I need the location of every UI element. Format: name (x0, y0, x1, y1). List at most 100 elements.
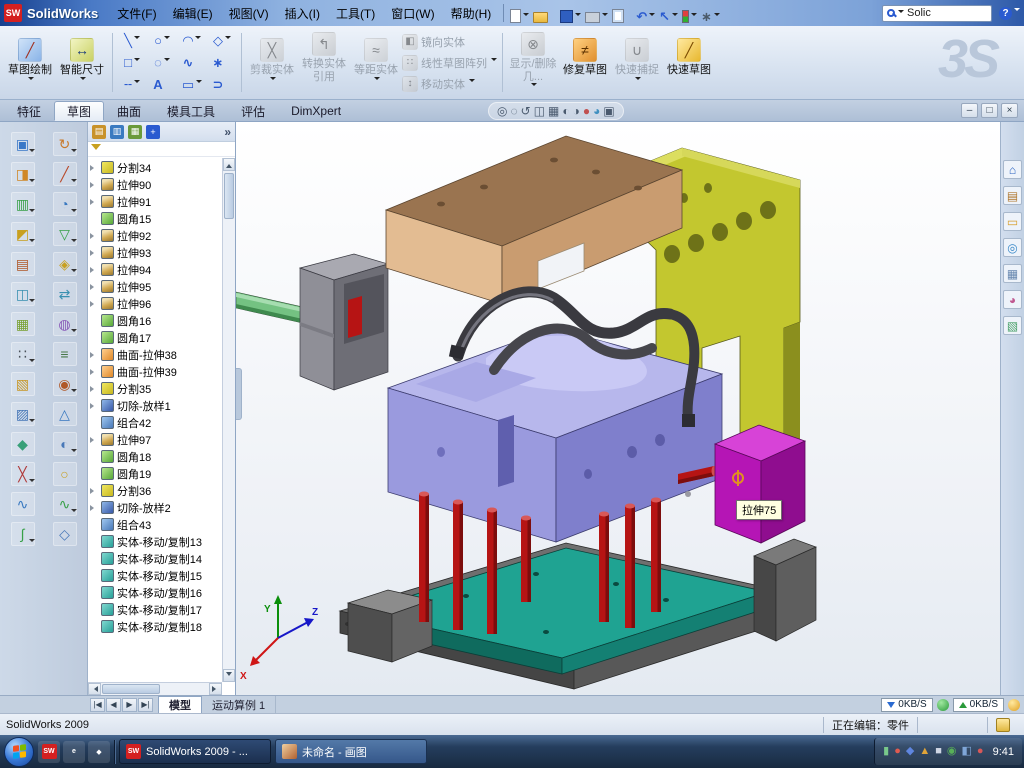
part-tool-icon[interactable]: ▣ (11, 132, 35, 156)
sketch-button[interactable]: 草图绘制 (4, 29, 56, 96)
configurationmanager-tab-icon[interactable]: ▦ (128, 125, 142, 139)
menu-item[interactable]: 文件(F) (109, 1, 164, 26)
tray-icon-7[interactable]: ◧ (962, 746, 972, 757)
tab-mold-tools[interactable]: 模具工具 (154, 101, 228, 121)
spline-tool-icon[interactable]: ∿ (177, 52, 207, 74)
arc-tool-icon[interactable]: ◠ (177, 30, 207, 52)
quick-launch-desktop-icon[interactable]: ◆ (88, 741, 110, 763)
tab-sketch[interactable]: 草图 (54, 101, 104, 121)
tree-item[interactable]: 圆角15 (90, 210, 221, 227)
sketch-flyout-icon[interactable]: ◩ (11, 222, 35, 246)
search-input[interactable]: Solic (882, 5, 992, 22)
tree-item[interactable]: 实体-移动/复制18 (90, 618, 221, 635)
convert-entities-button[interactable]: 转换实体引用 (298, 29, 350, 96)
previous-view-icon[interactable]: ↺ (521, 105, 531, 117)
help-icon[interactable]: ? (999, 7, 1012, 20)
scrollbar-thumb[interactable] (224, 173, 234, 219)
solidworks-resources-icon[interactable]: ⌂ (1003, 160, 1022, 179)
help-caret-icon[interactable] (1014, 8, 1020, 14)
select-icon[interactable]: ↖ (657, 3, 680, 23)
expand-arrow-icon[interactable] (90, 301, 98, 307)
quick-snaps-button[interactable]: 快速捕捉 (611, 29, 663, 96)
tab-features[interactable]: 特征 (4, 101, 54, 121)
tray-icon-8[interactable]: ● (977, 746, 984, 757)
hide-show-items-icon[interactable]: ◑ (573, 105, 580, 117)
expand-arrow-icon[interactable] (90, 386, 98, 392)
close-document-button[interactable]: × (1001, 103, 1018, 118)
scroll-up-icon[interactable] (223, 158, 235, 171)
tray-icon-4[interactable]: ▲ (919, 746, 930, 757)
tree-item[interactable]: 切除-放样2 (90, 499, 221, 516)
surfaces-flyout-icon[interactable]: ◫ (11, 282, 35, 306)
convert-flyout-icon[interactable]: ⇄ (53, 282, 77, 306)
point-flyout-icon[interactable]: ◇ (53, 522, 77, 546)
line-tool-icon[interactable]: ╲ (117, 30, 147, 52)
line-flyout-icon[interactable]: ╱ (53, 162, 77, 186)
tree-item[interactable]: 切除-放样1 (90, 397, 221, 414)
chamfer-flyout-icon[interactable]: ◈ (53, 252, 77, 276)
expand-arrow-icon[interactable] (90, 369, 98, 375)
search-caret-icon[interactable] (898, 10, 904, 16)
tree-item[interactable]: 拉伸90 (90, 176, 221, 193)
taskbar-window-button[interactable]: SW SolidWorks 2009 - ... (119, 739, 271, 764)
zoom-fit-icon[interactable]: ◎ (497, 105, 507, 117)
expand-arrow-icon[interactable] (90, 165, 98, 171)
taskbar-window-button[interactable]: 未命名 - 画图 (275, 739, 427, 764)
menu-item[interactable]: 窗口(W) (383, 1, 442, 26)
chevron-icon[interactable]: » (224, 125, 231, 139)
zoom-area-icon[interactable]: ◌ (510, 105, 517, 117)
fillet-flyout-icon[interactable]: ▽ (53, 222, 77, 246)
motion-study-tab[interactable]: 运动算例 1 (202, 696, 276, 713)
point-tool-icon[interactable]: ∗ (207, 52, 237, 74)
menu-item[interactable]: 编辑(E) (165, 1, 221, 26)
tree-item[interactable]: 拉伸92 (90, 227, 221, 244)
menu-item[interactable]: 帮助(H) (443, 1, 500, 26)
polygon-tool-icon[interactable]: ◇ (207, 30, 237, 52)
tree-item[interactable]: 实体-移动/复制13 (90, 533, 221, 550)
tray-icon-3[interactable]: ◆ (906, 746, 914, 757)
menu-item[interactable]: 插入(I) (277, 1, 328, 26)
scroll-left-icon[interactable] (88, 683, 101, 695)
slot-tool-icon[interactable]: ▭ (177, 74, 207, 96)
net-status-icon[interactable] (937, 699, 949, 711)
spline-tool-flyout-icon[interactable]: ∿ (11, 492, 35, 516)
appearances-icon[interactable]: ◕ (1003, 290, 1022, 309)
view-palette-icon[interactable]: ▦ (1003, 264, 1022, 283)
sheet-metal-flyout-icon[interactable]: ▦ (11, 312, 35, 336)
tab-evaluate[interactable]: 评估 (228, 101, 278, 121)
previous-tab-button[interactable]: ◀ (106, 698, 121, 712)
tree-vertical-scrollbar[interactable] (222, 158, 235, 682)
tray-icon-1[interactable]: ▮ (883, 746, 889, 757)
tree-item[interactable]: 实体-移动/复制17 (90, 601, 221, 618)
tree-item[interactable]: 圆角18 (90, 448, 221, 465)
start-button[interactable] (4, 737, 34, 767)
tray-icon-5[interactable]: ■ (935, 746, 942, 757)
expand-arrow-icon[interactable] (90, 267, 98, 273)
tray-icon-2[interactable]: ● (894, 746, 901, 757)
offset-entities-button[interactable]: 等距实体 (350, 29, 402, 96)
tree-item[interactable]: 圆角16 (90, 312, 221, 329)
expand-arrow-icon[interactable] (90, 488, 98, 494)
tree-item[interactable]: 拉伸91 (90, 193, 221, 210)
tab-surfaces[interactable]: 曲面 (104, 101, 154, 121)
tree-item[interactable]: 拉伸94 (90, 261, 221, 278)
new-document-icon[interactable] (508, 3, 531, 23)
custom-properties-icon[interactable]: ▧ (1003, 316, 1022, 335)
undo-icon[interactable]: ↶ (634, 3, 657, 23)
sketch-fillet-tool-icon[interactable]: ⊃ (207, 74, 237, 96)
print-icon[interactable] (583, 3, 610, 23)
arc-flyout-icon[interactable]: ◔ (53, 192, 77, 216)
expand-arrow-icon[interactable] (90, 182, 98, 188)
ellipse-tool-icon[interactable]: ◌ (147, 52, 177, 74)
download-speed-box[interactable]: 0KB/S (881, 698, 932, 712)
dimension-flyout-icon[interactable]: ◉ (53, 372, 77, 396)
quick-launch-internet-icon[interactable]: e (63, 741, 85, 763)
tree-item[interactable]: 实体-移动/复制15 (90, 567, 221, 584)
first-tab-button[interactable]: |◀ (90, 698, 105, 712)
curves-flyout-icon[interactable]: ◆ (11, 432, 35, 456)
move-entities-button[interactable]: 移动实体 (402, 76, 498, 92)
propertymanager-tab-icon[interactable]: ▥ (110, 125, 124, 139)
repair-sketch-button[interactable]: 修复草图 (559, 29, 611, 96)
relations-flyout-icon[interactable]: ≡ (53, 342, 77, 366)
offset-flyout-icon[interactable]: ◍ (53, 312, 77, 336)
